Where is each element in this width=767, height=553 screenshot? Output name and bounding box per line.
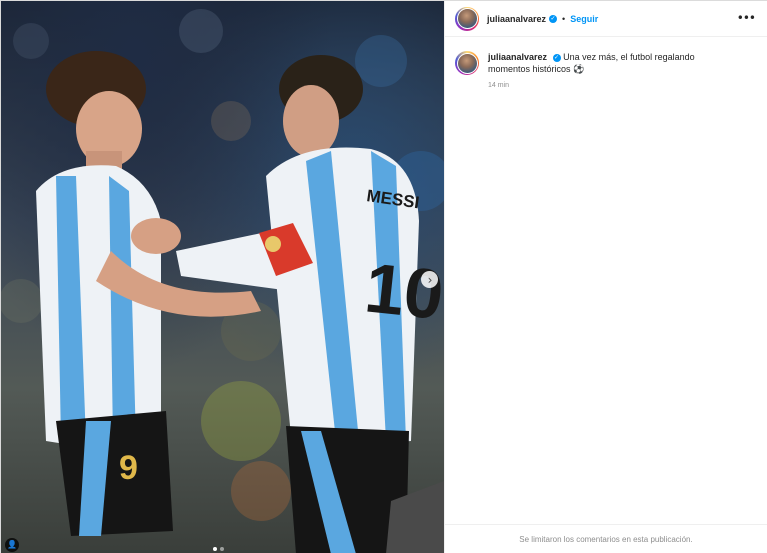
follow-button[interactable]: Seguir xyxy=(570,14,598,24)
players-illustration: 9 MESSI 10 xyxy=(1,9,444,553)
carousel-dot xyxy=(220,547,224,551)
header-username[interactable]: juliaanalvarez xyxy=(487,14,546,24)
post-photo[interactable]: 9 MESSI 10 › 👤 xyxy=(1,1,444,553)
left-jersey-number: 9 xyxy=(119,449,138,487)
comments-footer: Se limitaron los comentarios en esta pub… xyxy=(445,524,767,553)
comments-limited-notice: Se limitaron los comentarios en esta pub… xyxy=(519,535,693,544)
instagram-post-modal: 9 MESSI 10 › 👤 juliaanalvarez ✓ • Seguir… xyxy=(0,0,767,553)
chevron-right-icon: › xyxy=(427,272,433,287)
separator-dot: • xyxy=(562,13,566,24)
post-timestamp[interactable]: 14 min xyxy=(488,82,509,89)
right-jersey-number: 10 xyxy=(361,248,444,334)
post-side-panel: juliaanalvarez ✓ • Seguir ••• juliaanalv… xyxy=(444,1,767,553)
verified-badge-icon: ✓ xyxy=(549,14,558,23)
carousel-next-button[interactable]: › xyxy=(421,271,438,288)
carousel-dot xyxy=(213,547,217,551)
user-icon: 👤 xyxy=(7,540,17,549)
caption-avatar[interactable] xyxy=(455,51,479,75)
verified-badge-icon: ✓ xyxy=(552,53,561,62)
more-options-icon[interactable]: ••• xyxy=(737,11,756,25)
carousel-indicator xyxy=(213,547,224,551)
tagged-users-button[interactable]: 👤 xyxy=(5,538,19,552)
caption-username[interactable]: juliaanalvarez xyxy=(488,52,547,62)
caption: juliaanalvarez ✓ Una vez más, el futbol … xyxy=(455,51,755,75)
post-header: juliaanalvarez ✓ • Seguir ••• xyxy=(445,1,767,37)
avatar[interactable] xyxy=(455,6,479,31)
